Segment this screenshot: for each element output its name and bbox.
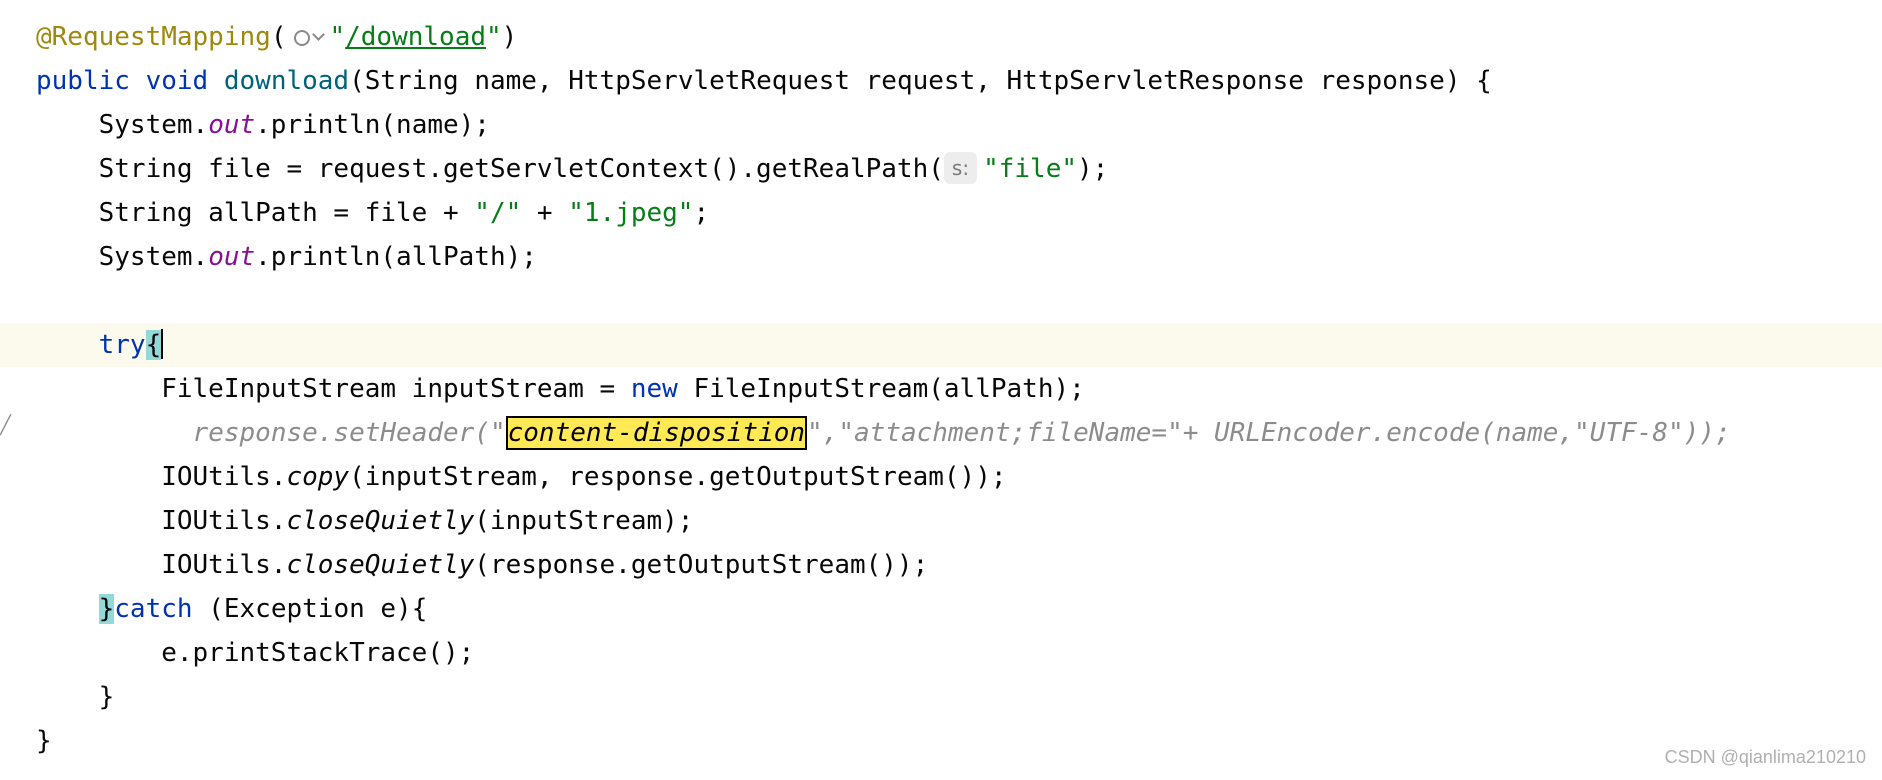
code-line-5[interactable]: String allPath = file + "/" + "1.jpeg"; [0,191,1882,235]
watermark: CSDN @qianlima210210 [1664,747,1866,767]
paren-open: ( [270,22,287,52]
string-quote-close: " [486,22,502,52]
code-line-16[interactable]: } [0,675,1882,719]
code-line-14[interactable]: }catch (Exception e){ [0,587,1882,631]
code-line-9[interactable]: FileInputStream inputStream = new FileIn… [0,367,1882,411]
code-text: .println(name); [255,110,490,140]
keyword-public: public [36,66,130,96]
keyword-try: try [98,330,146,360]
code-text: System. [36,242,209,272]
text-caret [161,329,164,359]
code-line-15[interactable]: e.printStackTrace(); [0,631,1882,675]
code-line-13[interactable]: IOUtils.closeQuietly(response.getOutputS… [0,543,1882,587]
code-text: e.printStackTrace(); [36,638,475,668]
keyword-catch: catch [114,594,193,624]
static-method: copy [286,462,350,492]
method-signature: (String name, HttpServletRequest request… [349,66,1492,96]
code-line-6[interactable]: System.out.println(allPath); [0,235,1882,279]
code-text: System. [36,110,209,140]
string-literal: "/" [474,198,522,228]
method-name: download [223,66,350,96]
code-text: ; [693,198,710,228]
code-line-3[interactable]: System.out.println(name); [0,103,1882,147]
code-line-4[interactable]: String file = request.getServletContext(… [0,147,1882,191]
static-field: out [208,110,256,140]
static-method: closeQuietly [286,506,475,536]
keyword-new: new [630,374,678,404]
parameter-hint: s: [943,152,978,184]
code-line-12[interactable]: IOUtils.closeQuietly(inputStream); [0,499,1882,543]
string-literal: "file" [983,154,1077,184]
code-text: (inputStream); [474,506,694,536]
static-method: closeQuietly [286,550,475,580]
code-text: String file = request.getServletContext(… [36,154,944,184]
code-text: (Exception e){ [192,594,428,624]
string-literal: "1.jpeg" [568,198,694,228]
code-text: (inputStream, response.getOutputStream()… [349,462,1007,492]
request-path-link[interactable]: /download [345,22,486,52]
code-text: IOUtils. [36,462,287,492]
commented-code: response.setHeader(" [192,418,506,448]
gutter-marker: ╱ [0,415,11,436]
commented-code: ","attachment;fileName="+ URLEncoder.enc… [807,418,1731,448]
code-text: (response.getOutputStream()); [474,550,929,580]
paren-close: ) [501,22,518,52]
string-quote-open: " [329,22,346,52]
code-text: } [36,682,115,712]
static-field: out [208,242,256,272]
search-highlight: content-disposition [505,416,808,450]
code-line-17[interactable]: } [0,719,1882,763]
code-text: } [36,726,52,756]
keyword-void: void [145,66,209,96]
brace-match-close: } [98,594,115,624]
code-line-11[interactable]: IOUtils.copy(inputStream, response.getOu… [0,455,1882,499]
code-line-2[interactable]: public void download(String name, HttpSe… [0,59,1882,103]
code-text: ); [1077,154,1109,184]
code-line-10-commented[interactable]: response.setHeader("content-disposition"… [0,411,1882,455]
chevron-down-icon[interactable] [312,28,326,41]
brace-match-open: { [145,330,162,360]
code-text: String allPath = file + [36,198,475,228]
annotation-token: @RequestMapping [36,22,271,52]
code-text: IOUtils. [36,550,287,580]
code-text: .println(allPath); [255,242,537,272]
code-text: FileInputStream inputStream = [36,374,631,404]
code-text: IOUtils. [36,506,287,536]
code-line-1[interactable]: @RequestMapping( "/download") [0,15,1882,59]
code-text: FileInputStream(allPath); [677,374,1085,404]
code-editor[interactable]: @RequestMapping( "/download") public void… [0,0,1882,780]
code-line-8-current[interactable]: try{ [0,323,1882,367]
code-line-7-empty[interactable] [0,279,1882,323]
globe-icon[interactable] [294,30,311,46]
code-text: + [521,198,569,228]
